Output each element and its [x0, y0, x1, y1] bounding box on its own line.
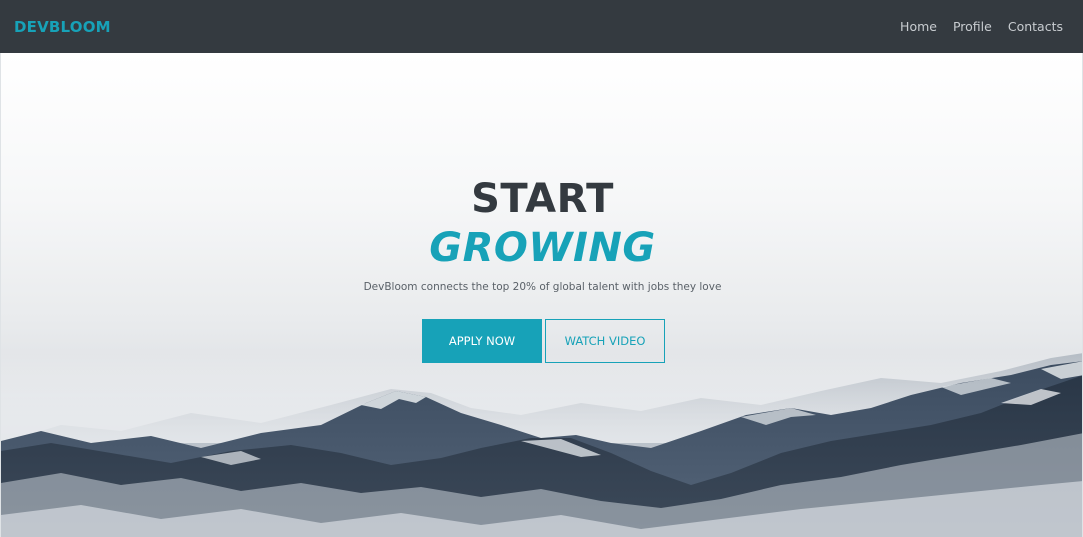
- nav-link-home[interactable]: Home: [900, 19, 937, 34]
- nav-link-contacts[interactable]: Contacts: [1008, 19, 1063, 34]
- hero-title-line2: GROWING: [429, 225, 656, 271]
- landing-page: DEVBLOOM Home Profile Contacts START GRO…: [0, 0, 1083, 537]
- brand-logo[interactable]: DEVBLOOM: [14, 18, 111, 36]
- nav-link-profile[interactable]: Profile: [953, 19, 992, 34]
- hero-section: START GROWING DevBloom connects the top …: [0, 53, 1083, 537]
- nav-links: Home Profile Contacts: [884, 19, 1069, 34]
- watch-video-button[interactable]: WATCH VIDEO: [545, 319, 665, 363]
- apply-now-button[interactable]: APPLY NOW: [422, 319, 542, 363]
- hero-subtitle: DevBloom connects the top 20% of global …: [363, 281, 722, 293]
- hero-title-line1: START: [471, 176, 614, 222]
- navbar: DEVBLOOM Home Profile Contacts: [0, 0, 1083, 53]
- hero-background-image: [1, 353, 1082, 537]
- hero-button-row: APPLY NOW WATCH VIDEO: [422, 319, 665, 363]
